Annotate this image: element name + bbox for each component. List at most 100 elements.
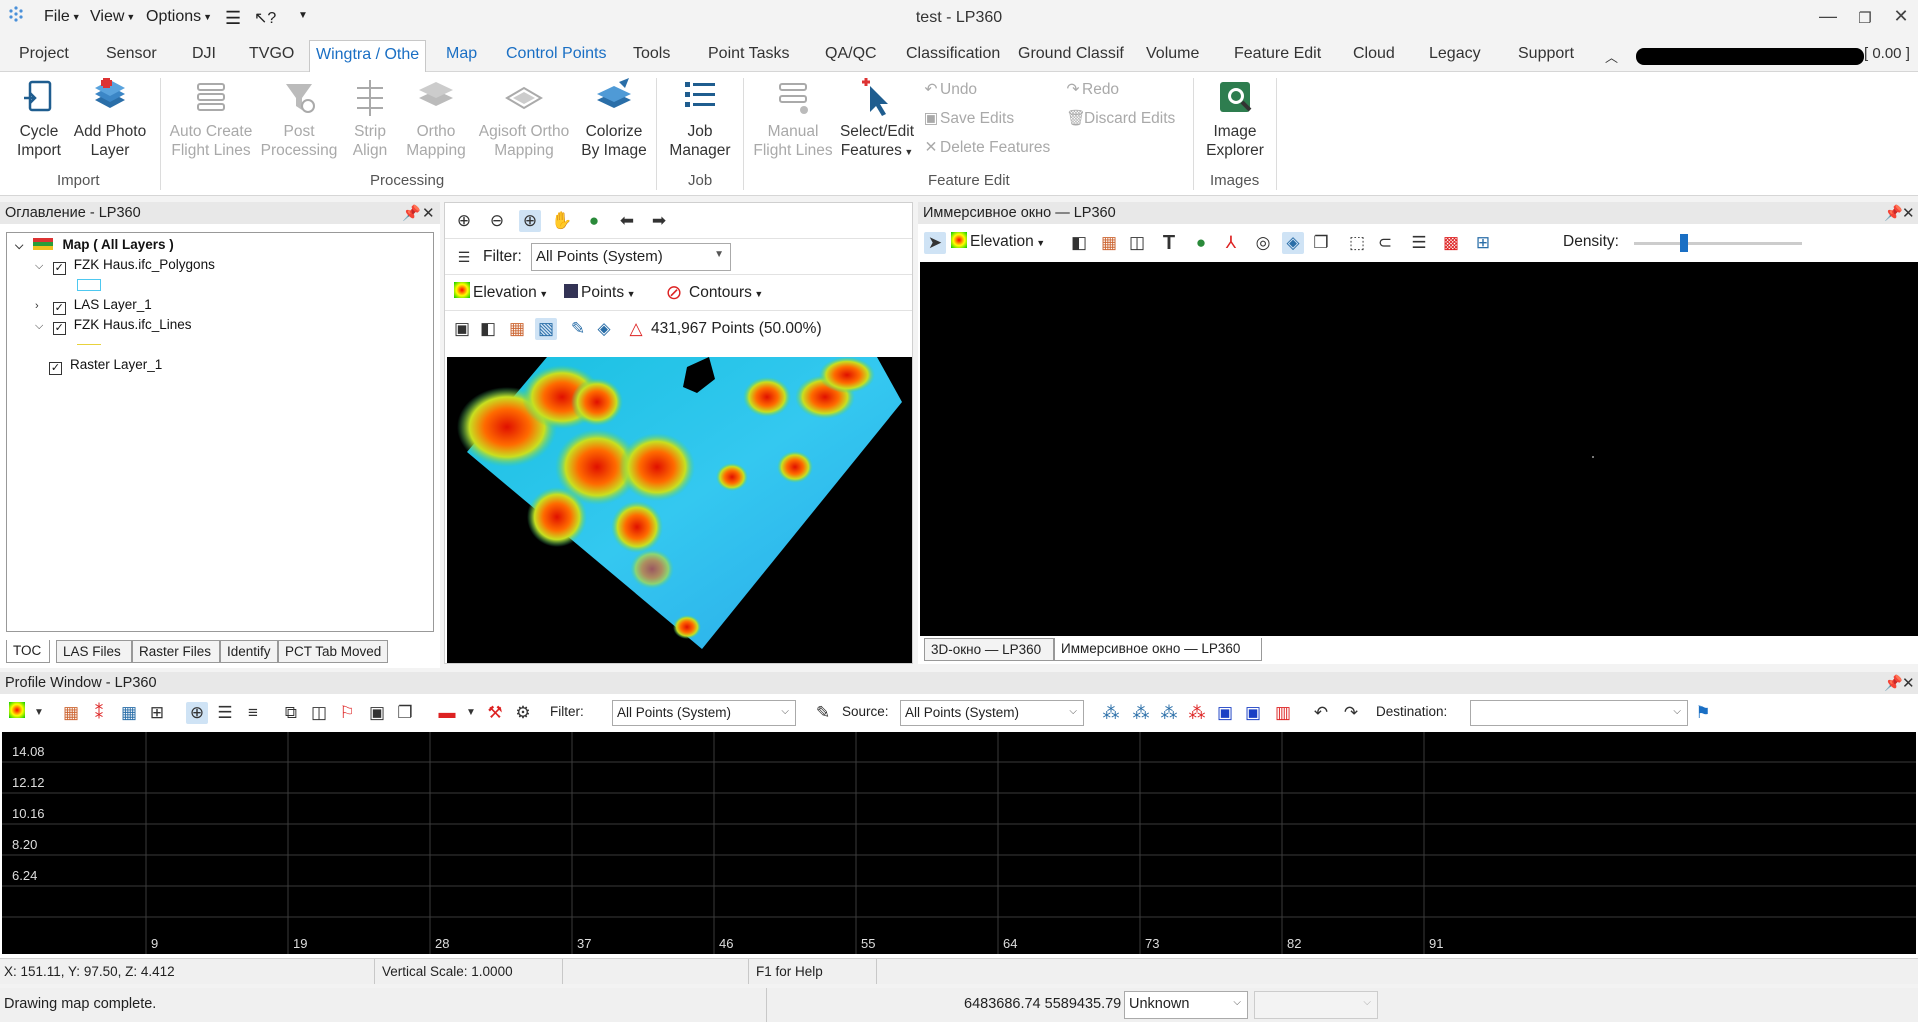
zoom-out-icon[interactable]: ⊖ <box>486 210 508 232</box>
tab-feature-edit[interactable]: Feature Edit <box>1234 45 1321 63</box>
globe-full-extent-icon[interactable]: ● <box>583 210 605 232</box>
tab-control-points[interactable]: Control Points <box>506 45 607 63</box>
units-secondary-dropdown[interactable]: ⌵ <box>1254 991 1378 1019</box>
image-explorer-button[interactable]: Image Explorer <box>1198 78 1272 160</box>
forward-arrow-icon[interactable]: ➡ <box>648 210 670 232</box>
tab-ground-classif[interactable]: Ground Classif <box>1018 45 1124 63</box>
manual-flight-lines-button[interactable]: Manual Flight Lines <box>748 78 838 160</box>
tab-immersive-window[interactable]: Иммерсивное окно — LP360 <box>1054 638 1262 661</box>
redo-icon[interactable]: ↷ <box>1340 702 1362 724</box>
redo-button[interactable]: ↷ Redo <box>1064 80 1120 99</box>
chevron-down-icon[interactable]: ▼ <box>28 702 50 724</box>
ortho-mapping-button[interactable]: Ortho Mapping <box>400 78 472 160</box>
tab-3d-window[interactable]: 3D-окно — LP360 <box>924 638 1054 661</box>
contours-dropdown[interactable]: Contours ▼ <box>689 284 763 302</box>
clip-plane-icon[interactable]: ◫ <box>1126 232 1148 254</box>
close-icon[interactable]: ✕ <box>1902 204 1915 222</box>
target-zoom-icon[interactable]: ◎ <box>1252 232 1274 254</box>
select-arrow-icon[interactable]: ➤ <box>924 232 946 254</box>
profile-canvas[interactable]: 14.08 12.12 10.16 8.20 6.24 9 19 28 37 46 55 64 73 82… <box>2 732 1916 954</box>
chevron-down-icon[interactable]: ⌵ <box>35 320 49 333</box>
minimize-icon[interactable]: — <box>1813 6 1843 27</box>
copy-icon[interactable]: ❐ <box>394 702 416 724</box>
classify-tool-icon[interactable]: ⚒ <box>484 702 506 724</box>
extent-icon[interactable]: ▣ <box>451 318 473 340</box>
profile-tool-icon[interactable]: ☰ <box>214 702 236 724</box>
pin-icon[interactable]: 📌 <box>402 204 421 222</box>
job-manager-button[interactable]: Job Manager <box>660 78 740 160</box>
layer-checkbox[interactable]: ✓ <box>52 322 66 335</box>
tab-tvgo[interactable]: TVGO <box>249 45 294 63</box>
restore-icon[interactable]: ❐ <box>1850 9 1880 27</box>
tab-dji[interactable]: DJI <box>192 45 216 63</box>
close-icon[interactable]: ✕ <box>1886 6 1916 27</box>
text-icon[interactable]: T <box>1158 232 1180 254</box>
tab-tools[interactable]: Tools <box>633 45 670 63</box>
grid-icon[interactable]: ▦ <box>118 702 140 724</box>
layer-checkbox[interactable]: ✓ <box>49 362 62 375</box>
tab-sensor[interactable]: Sensor <box>106 45 157 63</box>
tree-item-raster[interactable]: ✓ Raster Layer_1 <box>49 357 162 375</box>
zoom-box-icon[interactable]: ⊕ <box>519 210 541 232</box>
pin-icon[interactable]: 📌 <box>1884 674 1903 692</box>
flag-icon[interactable]: ⚐ <box>336 702 358 724</box>
tab-legacy[interactable]: Legacy <box>1429 45 1481 63</box>
class-tool-7-icon[interactable]: ▥ <box>1272 702 1294 724</box>
tab-toc[interactable]: TOC <box>6 640 50 663</box>
profile-layers-icon[interactable]: ≡ <box>242 702 264 724</box>
density-slider-track[interactable] <box>1634 242 1802 245</box>
chevron-down-icon[interactable]: ⌵ <box>35 260 49 273</box>
post-processing-button[interactable]: Post Processing <box>257 78 341 160</box>
auto-create-flight-lines-button[interactable]: Auto Create Flight Lines <box>164 78 258 160</box>
file-menu[interactable]: File ▼ <box>44 8 81 26</box>
layers-view-icon[interactable]: ◈ <box>1282 232 1304 254</box>
destination-dropdown[interactable]: ⌵ <box>1470 700 1688 726</box>
class-tool-5-icon[interactable]: ▣ <box>1214 702 1236 724</box>
select-region-icon[interactable]: ⬚ <box>1346 232 1368 254</box>
grayscale-icon[interactable]: ◧ <box>1068 232 1090 254</box>
tab-pct-tab-moved[interactable]: PCT Tab Moved <box>278 640 388 663</box>
map-canvas[interactable] <box>447 357 912 663</box>
clip-plane-icon[interactable]: ◫ <box>308 702 330 724</box>
axes-icon[interactable]: ⅄ <box>1220 232 1242 254</box>
add-photo-layer-button[interactable]: Add Photo Layer <box>68 78 152 160</box>
elevation-dropdown[interactable]: Elevation ▼ <box>473 284 548 302</box>
grayscale-icon[interactable]: ◧ <box>477 318 499 340</box>
select-edit-features-button[interactable]: Select/Edit Features ▼ <box>836 78 918 162</box>
cycle-import-button[interactable]: Cycle Import <box>14 78 64 160</box>
grid-lines-icon[interactable]: ⊞ <box>146 702 168 724</box>
colormap-icon[interactable]: ▩ <box>1440 232 1462 254</box>
undo-icon[interactable]: ↶ <box>1310 702 1332 724</box>
profile-filter-dropdown[interactable]: All Points (System) ⌵ <box>612 700 796 726</box>
class-tool-2-icon[interactable]: ⁂ <box>1130 702 1152 724</box>
export-icon[interactable]: ⧉ <box>280 702 302 724</box>
filter-settings-icon[interactable]: ☰ <box>453 246 475 268</box>
copy-view-icon[interactable]: ❐ <box>1310 232 1332 254</box>
tab-project[interactable]: Project <box>19 45 69 63</box>
globe-icon[interactable]: ● <box>1190 232 1212 254</box>
classification-icon[interactable]: ▦ <box>60 702 82 724</box>
zoom-in-icon[interactable]: ⊕ <box>453 210 475 232</box>
tab-map[interactable]: Map <box>446 45 477 63</box>
tab-classification[interactable]: Classification <box>906 45 1000 63</box>
intensity-icon[interactable]: ⁑ <box>88 702 110 724</box>
edit-sheet-icon[interactable]: ✎ <box>567 318 589 340</box>
cross-section-icon[interactable]: ☰ <box>1408 232 1430 254</box>
chevron-right-icon[interactable]: › <box>35 300 49 312</box>
class-tool-3-icon[interactable]: ⁂ <box>1158 702 1180 724</box>
whats-this-help-icon[interactable]: ↖? <box>254 8 276 28</box>
immersive-elevation-dropdown[interactable]: Elevation ▼ <box>970 233 1045 251</box>
colorize-by-image-button[interactable]: Colorize By Image <box>576 78 652 160</box>
classify-options-icon[interactable]: ⚙ <box>512 702 534 724</box>
layer-checkbox[interactable]: ✓ <box>52 302 66 315</box>
tab-support[interactable]: Support <box>1518 45 1574 63</box>
tab-raster-files[interactable]: Raster Files <box>132 640 220 663</box>
grid-snap-icon[interactable]: ⊞ <box>1472 232 1494 254</box>
classification-icon[interactable]: ▦ <box>1098 232 1120 254</box>
back-arrow-icon[interactable]: ⬅ <box>616 210 638 232</box>
chevron-down-icon[interactable]: ▼ <box>460 702 482 724</box>
fit-icon[interactable]: ▣ <box>366 702 388 724</box>
view-menu[interactable]: View ▼ <box>90 8 135 26</box>
discard-edits-button[interactable]: 🗑Discard Edits <box>1066 109 1175 128</box>
list-icon[interactable]: ☰ <box>225 8 241 29</box>
